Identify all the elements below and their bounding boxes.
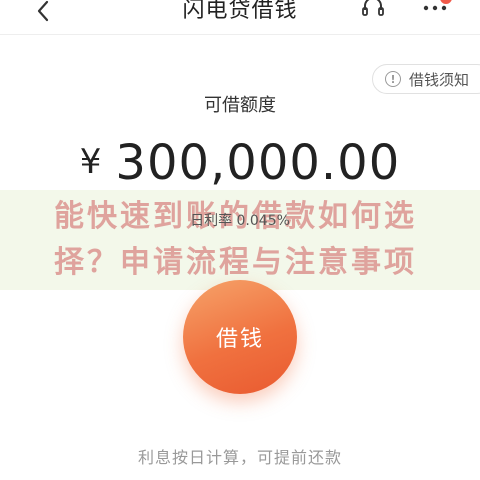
customer-service-icon[interactable] [358, 0, 388, 22]
daily-rate-text: 日利率 0.045% [190, 213, 290, 229]
currency-symbol: ¥ [79, 142, 102, 182]
page-title: 闪电贷借钱 [182, 0, 298, 23]
credit-limit-value: 300,000.00 [115, 135, 401, 191]
watermark-overlay: 能快速到账的借款如何选择？申请流程与注意事项 [0, 190, 480, 290]
watermark-text: 能快速到账的借款如何选择？申请流程与注意事项 [54, 199, 417, 280]
loan-notice-button[interactable]: ! 借钱须知 [372, 64, 480, 94]
credit-limit-amount: ¥300,000.00 [0, 135, 480, 191]
loan-notice-label: 借钱须知 [409, 70, 470, 89]
borrow-button[interactable]: 借钱 [183, 280, 297, 394]
info-icon: ! [385, 71, 401, 87]
nav-bar: 闪电贷借钱 [0, 0, 480, 35]
credit-limit-label: 可借额度 [204, 95, 276, 116]
interest-note: 利息按日计算，可提前还款 [137, 448, 342, 467]
